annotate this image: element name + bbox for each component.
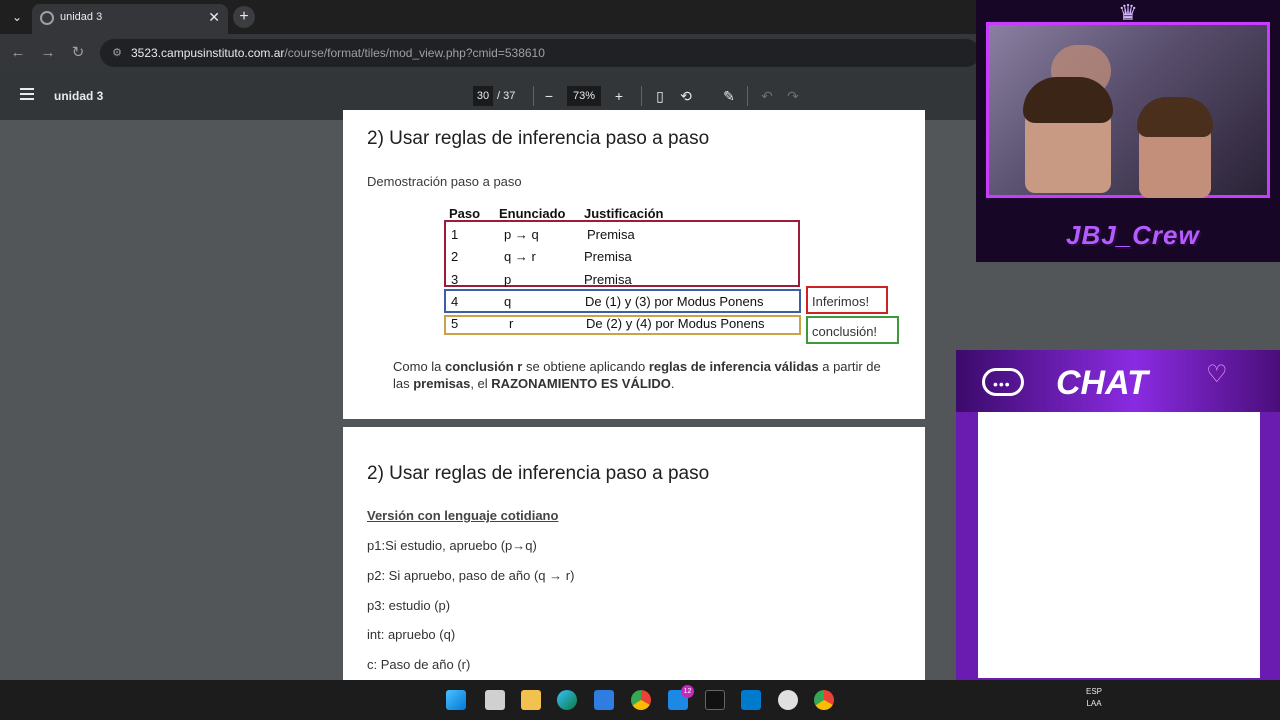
chat-frame-right bbox=[1260, 412, 1280, 700]
redo-icon[interactable]: ↷ bbox=[783, 86, 803, 106]
list-item: int: apruebo (q) bbox=[367, 627, 456, 642]
page-total: / 37 bbox=[497, 90, 516, 102]
app-icon[interactable] bbox=[705, 690, 725, 710]
list-item: p1:Si estudio, apruebo (p→q) bbox=[367, 538, 537, 553]
zoom-in-icon[interactable]: + bbox=[609, 86, 629, 106]
chat-overlay: ••• CHAT ♡ ✕ ✕ bbox=[956, 350, 1280, 700]
mail-icon[interactable]: 12 bbox=[668, 685, 694, 710]
menu-icon[interactable] bbox=[20, 88, 34, 100]
site-info-icon[interactable]: ⚙ bbox=[110, 46, 124, 60]
url-text: 3523.campusinstituto.com.ar/course/forma… bbox=[131, 46, 545, 60]
annotate-icon[interactable]: ✎ bbox=[719, 86, 739, 106]
row-3-justificacion: Premisa bbox=[584, 272, 632, 287]
reload-icon[interactable]: ↻ bbox=[68, 43, 88, 63]
vscode-icon[interactable] bbox=[741, 690, 761, 710]
pdf-title: unidad 3 bbox=[54, 89, 104, 103]
zoom-input[interactable]: 73% bbox=[567, 86, 601, 106]
chrome-profile-icon[interactable] bbox=[814, 690, 834, 710]
slide-subtitle: Demostración paso a paso bbox=[367, 174, 522, 189]
webcam-person-hair bbox=[1023, 77, 1113, 123]
tab-search-chevron-icon[interactable]: ⌄ bbox=[8, 8, 26, 26]
heart-icon: ♡ bbox=[1206, 361, 1228, 388]
obs-icon[interactable] bbox=[778, 690, 798, 710]
url-path: /course/format/tiles/mod_view.php?cmid=5… bbox=[284, 46, 545, 60]
fit-page-icon[interactable]: ▯ bbox=[650, 86, 670, 106]
chrome-icon[interactable] bbox=[631, 690, 651, 710]
chat-banner: ••• CHAT ♡ bbox=[956, 350, 1280, 412]
table-header-enunciado: Enunciado bbox=[499, 206, 566, 221]
conclusion-strong: premisas bbox=[413, 376, 471, 391]
keyboard-layout: LAA bbox=[1086, 699, 1102, 708]
row-2-paso: 2 bbox=[451, 249, 459, 264]
toolbar-divider bbox=[747, 86, 748, 106]
toolbar-divider bbox=[641, 86, 642, 106]
forward-icon[interactable]: → bbox=[38, 43, 58, 63]
notification-badge: 12 bbox=[681, 685, 694, 698]
file-explorer-icon[interactable] bbox=[521, 690, 541, 710]
conclusion-text: , el bbox=[470, 376, 492, 391]
pdf-page: 2) Usar reglas de inferencia paso a paso… bbox=[343, 427, 925, 687]
table-header-paso: Paso bbox=[449, 206, 481, 221]
zoom-out-icon[interactable]: − bbox=[539, 86, 559, 106]
address-bar[interactable]: ⚙ 3523.campusinstituto.com.ar/course/for… bbox=[100, 39, 980, 67]
conclusion-paragraph: Como la conclusión r se obtiene aplicand… bbox=[393, 358, 893, 392]
conclusion-text: . bbox=[670, 376, 675, 391]
pdf-page: 2) Usar reglas de inferencia paso a paso… bbox=[343, 110, 925, 419]
conclusion-strong: RAZONAMIENTO ES VÁLIDO bbox=[491, 376, 671, 391]
language-code: ESP bbox=[1086, 687, 1103, 696]
browser-tab[interactable]: unidad 3 ✕ bbox=[32, 4, 228, 34]
conclusion-strong: conclusión r bbox=[445, 359, 523, 374]
chat-frame-left bbox=[956, 412, 978, 700]
list-item: c: Paso de año (r) bbox=[367, 657, 471, 672]
row-5-enunciado: r bbox=[509, 316, 514, 331]
conclusion-text: Como la bbox=[393, 359, 446, 374]
list-item: p2: Si apruebo, paso de año (q → r) bbox=[367, 568, 575, 583]
task-view-icon[interactable] bbox=[485, 690, 505, 710]
version-heading: Versión con lenguaje cotidiano bbox=[367, 508, 559, 523]
table-header-justificacion: Justificación bbox=[584, 206, 664, 221]
row-3-paso: 3 bbox=[451, 272, 459, 287]
row-4-paso: 4 bbox=[451, 294, 459, 309]
globe-icon bbox=[40, 11, 54, 25]
row-5-justificacion: De (2) y (4) por Modus Ponens bbox=[586, 316, 765, 331]
url-host: 3523.campusinstituto.com.ar bbox=[131, 46, 285, 60]
language-indicator[interactable]: ESP LAA bbox=[1086, 686, 1102, 710]
webcam-frame bbox=[986, 22, 1270, 198]
windows-start-icon[interactable] bbox=[446, 690, 466, 710]
new-tab-button[interactable]: + bbox=[233, 6, 255, 28]
row-1-enunciado: p → q bbox=[504, 227, 539, 242]
chat-bubble-icon: ••• bbox=[982, 368, 1024, 396]
edge-icon[interactable] bbox=[557, 690, 577, 710]
tab-title: unidad 3 bbox=[60, 11, 103, 23]
row-5-paso: 5 bbox=[451, 316, 459, 331]
slide-title: 2) Usar reglas de inferencia paso a paso bbox=[367, 128, 710, 149]
conclusion-strong: reglas de inferencia válidas bbox=[648, 359, 819, 374]
webcam-person-hair bbox=[1137, 97, 1213, 137]
row-3-enunciado: p bbox=[504, 272, 512, 287]
screen: ⌄ unidad 3 ✕ + ← → ↻ ⚙ 3523.campusinstit… bbox=[0, 0, 1280, 720]
slide-title: 2) Usar reglas de inferencia paso a paso bbox=[367, 463, 710, 484]
crew-logo: JBJ_Crew bbox=[1066, 220, 1200, 250]
crown-icon: ♛ bbox=[1118, 0, 1138, 25]
chat-title: CHAT bbox=[1056, 364, 1148, 402]
conclusion-text: se obtiene aplicando bbox=[522, 359, 649, 374]
row-1-paso: 1 bbox=[451, 227, 459, 242]
rotate-icon[interactable]: ⟲ bbox=[676, 86, 696, 106]
row-2-enunciado: q → r bbox=[504, 249, 536, 264]
store-icon[interactable] bbox=[594, 690, 614, 710]
list-item: p3: estudio (p) bbox=[367, 598, 451, 613]
row-2-justificacion: Premisa bbox=[584, 249, 632, 264]
undo-icon[interactable]: ↶ bbox=[757, 86, 777, 106]
webcam-overlay: ♛ JBJ_Crew bbox=[976, 0, 1280, 262]
back-icon[interactable]: ← bbox=[8, 43, 28, 63]
inferimos-label: Inferimos! bbox=[812, 294, 870, 309]
row-1-justificacion: Premisa bbox=[587, 227, 635, 242]
toolbar-divider bbox=[533, 86, 534, 106]
close-tab-icon[interactable]: ✕ bbox=[208, 9, 220, 26]
page-number-input[interactable]: 30 bbox=[473, 86, 493, 106]
row-4-enunciado: q bbox=[504, 294, 512, 309]
conclusion-label: conclusión! bbox=[812, 324, 878, 339]
row-4-justificacion: De (1) y (3) por Modus Ponens bbox=[585, 294, 764, 309]
taskbar: 12 ESP LAA bbox=[0, 680, 1280, 720]
